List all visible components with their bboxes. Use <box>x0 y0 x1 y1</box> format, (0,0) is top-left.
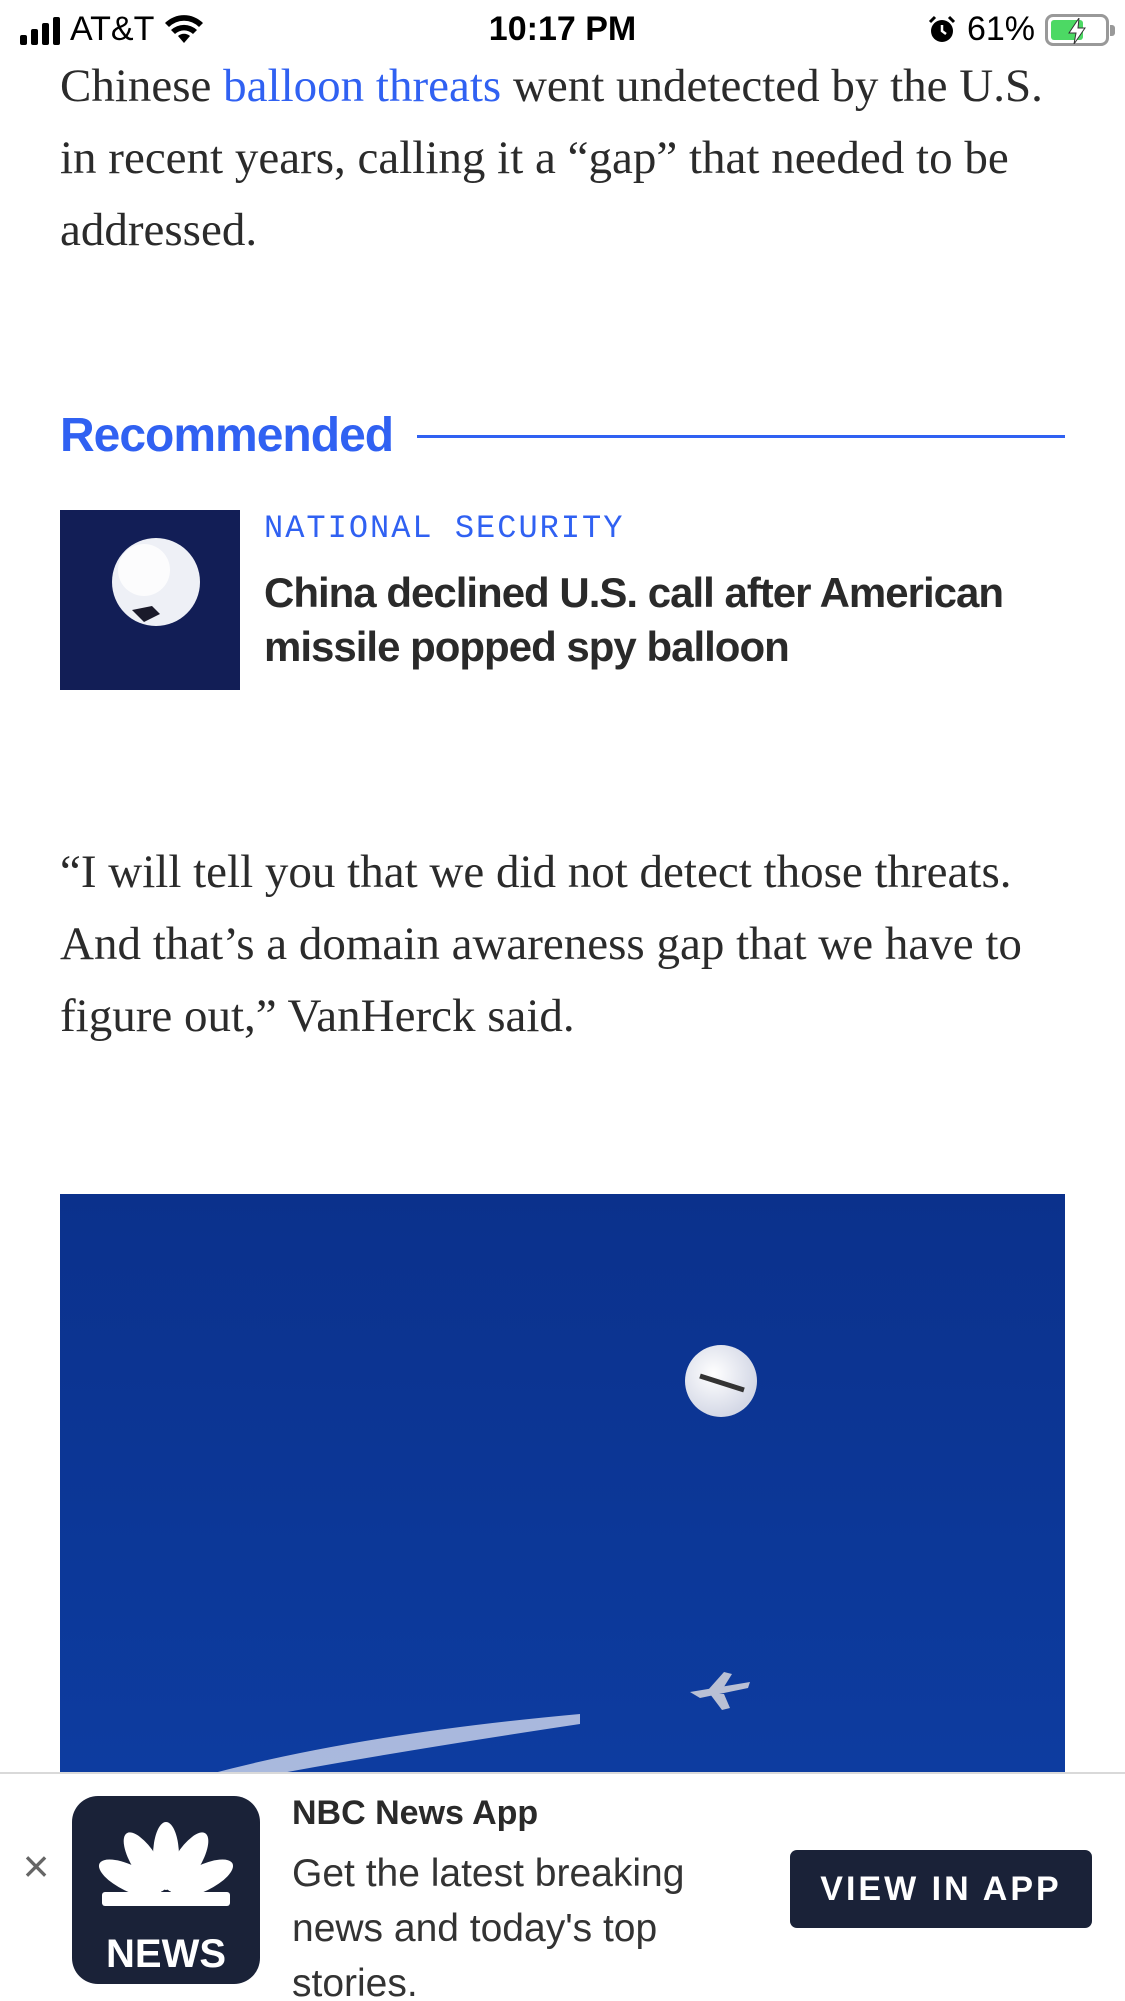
app-name: NBC News App <box>292 1794 539 1832</box>
status-bar: AT&T 10:17 PM 61% <box>0 0 1125 60</box>
app-description: Get the latest breaking news and today's… <box>292 1852 685 2001</box>
battery-charging-icon <box>1045 13 1115 46</box>
recommended-kicker[interactable]: NATIONAL SECURITY <box>264 510 624 547</box>
recommended-article-title[interactable]: China declined U.S. call after American … <box>264 566 1054 674</box>
app-install-banner: × NEWS NBC News App Get the latest break… <box>0 1772 1125 2001</box>
balloon-thumbnail-image <box>60 510 240 690</box>
paragraph-text: Chinese <box>60 60 224 112</box>
article-photo <box>60 1194 1065 1774</box>
recommended-divider <box>417 435 1065 438</box>
balloon-threats-link[interactable]: balloon threats <box>223 60 501 112</box>
alarm-icon <box>928 15 955 42</box>
peacock-logo-icon <box>98 1822 234 1906</box>
recommended-thumbnail[interactable] <box>60 510 240 690</box>
quote-paragraph: “I will tell you that we did not detect … <box>60 846 1022 1042</box>
app-icon-label: NEWS <box>106 1932 226 1976</box>
recommended-heading: Recommended <box>60 409 394 462</box>
status-bar-right: 61% <box>927 10 1115 49</box>
charging-bolt-icon <box>1068 17 1086 44</box>
view-in-app-button[interactable]: VIEW IN APP <box>790 1850 1092 1928</box>
balloon-sky-image <box>60 1194 1065 1774</box>
nbc-news-app-icon[interactable]: NEWS <box>72 1796 260 1984</box>
battery-percent: 61% <box>966 10 1035 48</box>
article-paragraph: Chinese balloon threats went undetected … <box>60 50 1070 266</box>
close-icon[interactable]: × <box>14 1843 58 1889</box>
